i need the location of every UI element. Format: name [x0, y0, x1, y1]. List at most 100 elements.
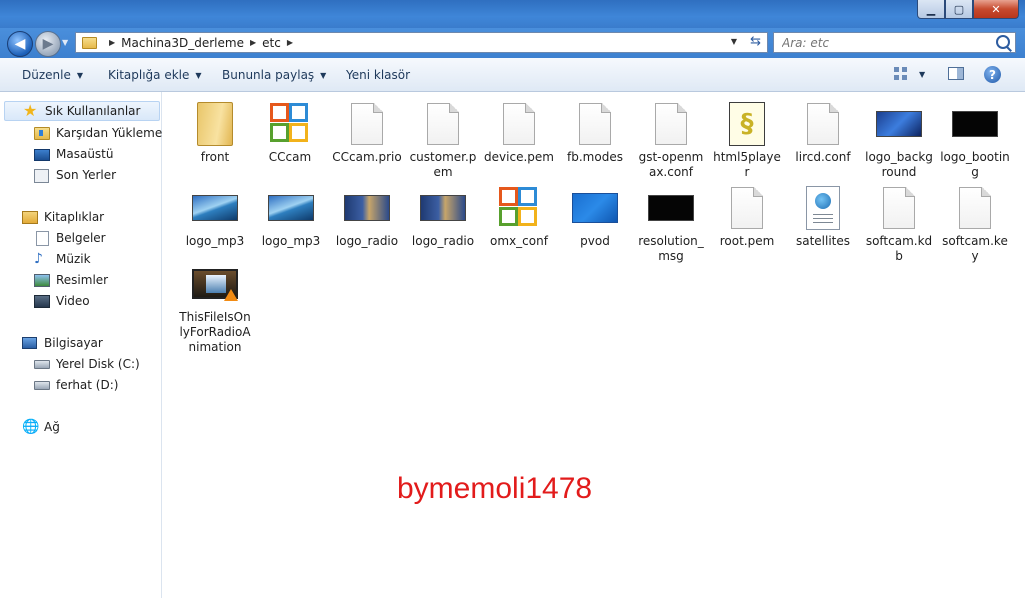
file-item[interactable]: logo_booting [937, 100, 1013, 180]
maximize-button[interactable]: ▢ [945, 0, 973, 19]
nav-documents[interactable]: Belgeler [34, 228, 106, 248]
file-item[interactable]: ThisFileIsOnlyForRadioAnimation [177, 260, 253, 355]
file-name: lircd.conf [795, 150, 851, 164]
nav-favorites[interactable]: ★ Sık Kullanılanlar [4, 101, 160, 121]
file-item[interactable]: pvod [557, 184, 633, 249]
include-in-library-button[interactable]: Kitaplığa ekle ▼ [108, 68, 202, 82]
file-item[interactable]: customer.pem [405, 100, 481, 180]
file-name: html5player [713, 150, 781, 179]
nav-music[interactable]: ♪ Müzik [34, 249, 91, 269]
nav-desktop-label: Masaüstü [56, 147, 114, 161]
search-input[interactable] [774, 33, 982, 52]
include-library-label: Kitaplığa ekle [108, 68, 190, 82]
file-item[interactable]: softcam.kdb [861, 184, 937, 264]
star-icon: ★ [23, 101, 38, 120]
file-item[interactable]: omx_conf [481, 184, 557, 249]
navigation-pane: ★ Sık Kullanılanlar Karşıdan Yüklemeler … [0, 92, 178, 598]
address-dropdown[interactable]: ▼ [731, 37, 737, 46]
nav-computer[interactable]: Bilgisayar [22, 333, 103, 353]
nav-favorites-label: Sık Kullanılanlar [45, 104, 141, 118]
nav-network[interactable]: 🌐 Ağ [22, 417, 60, 437]
minimize-button[interactable]: ▁ [917, 0, 945, 19]
file-item[interactable]: device.pem [481, 100, 557, 165]
file-item[interactable]: resolution_msg [633, 184, 709, 264]
file-item[interactable]: logo_mp3 [177, 184, 253, 249]
downloads-folder-icon [34, 126, 50, 140]
file-name: softcam.kdb [865, 234, 933, 263]
file-name: logo_radio [411, 234, 475, 248]
breadcrumb-etc[interactable]: etc [262, 36, 281, 50]
close-button[interactable]: ✕ [973, 0, 1019, 19]
nav-drive-d[interactable]: ferhat (D:) [34, 375, 118, 395]
breadcrumb-machina3d[interactable]: Machina3D_derleme [121, 36, 244, 50]
window-controls: ▁ ▢ ✕ [917, 0, 1019, 19]
video-file-icon [191, 260, 239, 308]
blank-document-icon [647, 100, 695, 148]
new-folder-button[interactable]: Yeni klasör [346, 68, 410, 82]
preview-pane-icon[interactable] [948, 67, 964, 80]
nav-documents-label: Belgeler [56, 231, 106, 245]
file-item[interactable]: root.pem [709, 184, 785, 249]
file-item[interactable]: CCcam.prio [329, 100, 405, 165]
help-icon[interactable]: ? [984, 66, 1001, 83]
file-item[interactable]: logo_radio [405, 184, 481, 249]
chevron-right-icon[interactable]: ▶ [250, 38, 256, 47]
refresh-icon[interactable]: ⇆ [750, 34, 761, 49]
drive-icon [34, 378, 50, 392]
chevron-right-icon[interactable]: ▶ [109, 38, 115, 47]
address-bar[interactable]: ▶ Machina3D_derleme ▶ etc ▶ ▼ ⇆ [75, 32, 768, 53]
file-item[interactable]: § html5player [709, 100, 785, 180]
image-thumbnail-icon [571, 184, 619, 232]
nav-pictures-label: Resimler [56, 273, 109, 287]
file-item[interactable]: front [177, 100, 253, 165]
image-thumbnail-icon [419, 184, 467, 232]
file-item[interactable]: logo_background [861, 100, 937, 180]
file-item[interactable]: logo_radio [329, 184, 405, 249]
recent-places-icon [34, 168, 50, 183]
nav-recent-places[interactable]: Son Yerler [34, 165, 116, 185]
office-document-icon [495, 184, 543, 232]
pictures-icon [34, 273, 50, 287]
file-item[interactable]: lircd.conf [785, 100, 861, 165]
nav-libraries-label: Kitaplıklar [44, 210, 105, 224]
blank-document-icon [951, 184, 999, 232]
nav-desktop[interactable]: Masaüstü [34, 144, 113, 164]
nav-pictures[interactable]: Resimler [34, 270, 108, 290]
chevron-right-icon[interactable]: ▶ [287, 38, 293, 47]
nav-music-label: Müzik [56, 252, 91, 266]
window-titlebar[interactable]: ▁ ▢ ✕ [0, 0, 1025, 28]
share-with-button[interactable]: Bununla paylaş ▼ [222, 68, 326, 82]
recent-pages-dropdown[interactable]: ▼ [62, 38, 68, 47]
file-name: customer.pem [409, 150, 477, 179]
change-view-icon[interactable] [894, 67, 908, 81]
video-icon [34, 294, 50, 308]
nav-downloads[interactable]: Karşıdan Yüklemeler [34, 123, 178, 143]
file-name: omx_conf [490, 234, 548, 248]
search-icon[interactable] [996, 35, 1010, 49]
nav-libraries[interactable]: Kitaplıklar [22, 207, 104, 227]
file-item[interactable]: CCcam [252, 100, 328, 165]
nav-video[interactable]: Video [34, 291, 90, 311]
script-file-icon: § [723, 100, 771, 148]
nav-drive-c[interactable]: Yerel Disk (C:) [34, 354, 140, 374]
watermark-text: bymemoli1478 [397, 472, 593, 505]
organize-button[interactable]: Düzenle ▼ [22, 68, 83, 82]
folder-icon [82, 36, 97, 49]
file-name: resolution_msg [638, 234, 704, 263]
forward-button[interactable]: ▶ [35, 31, 61, 57]
file-item[interactable]: logo_mp3 [253, 184, 329, 249]
file-item[interactable]: satellites [785, 184, 861, 249]
blank-document-icon [495, 100, 543, 148]
documents-icon [34, 231, 50, 246]
file-item[interactable]: fb.modes [557, 100, 633, 165]
libraries-icon [22, 210, 38, 224]
chevron-down-icon: ▼ [76, 70, 84, 80]
file-item[interactable]: softcam.key [937, 184, 1013, 264]
back-button[interactable]: ◀ [7, 31, 33, 57]
file-name: logo_mp3 [261, 234, 321, 248]
file-item[interactable]: gst-openmax.conf [633, 100, 709, 180]
view-options-dropdown[interactable]: ▼ [919, 70, 925, 79]
folder-icon [191, 100, 239, 148]
search-box [773, 32, 1016, 53]
file-name: front [200, 150, 230, 164]
